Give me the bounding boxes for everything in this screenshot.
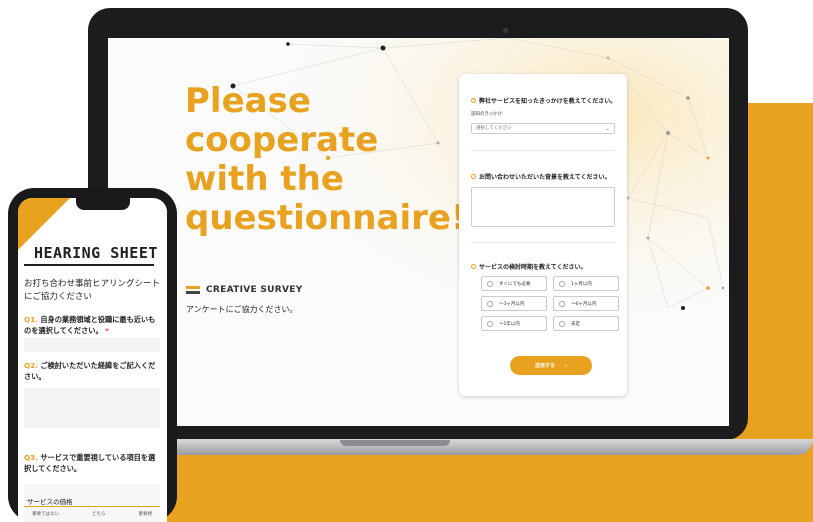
title-underline xyxy=(24,264,154,266)
divider xyxy=(471,150,615,151)
radio-icon xyxy=(487,300,493,307)
camera-icon xyxy=(503,28,508,33)
option-label: 1ヶ月以内 xyxy=(571,281,592,287)
phone-question-3: Q3. サービスで重要視している項目を選択してください。 xyxy=(24,452,162,474)
question-text: サービスで重要視している項目を選択してください。 xyxy=(24,453,156,473)
question-1-select[interactable]: 選択してください ⌄ xyxy=(471,123,615,134)
question-number: Q2. xyxy=(24,361,38,370)
laptop-base xyxy=(146,439,813,455)
option-radio[interactable]: すぐにでも必要 xyxy=(481,276,547,291)
phone-intro: お打ち合わせ事前ヒアリングシートにご協力ください xyxy=(24,279,161,302)
question-number: Q1. xyxy=(24,315,38,324)
phone-q2-textarea[interactable] xyxy=(24,388,160,428)
question-2: お問い合わせいただいた背景を教えてください。 xyxy=(471,172,611,181)
orange-backdrop-bottom xyxy=(120,448,813,522)
question-number: Q3. xyxy=(24,453,38,462)
phone-q1-field[interactable] xyxy=(24,338,160,352)
phone-question-1: Q1. 自身の業務領域と役職に最も近いものを選択してください。 * xyxy=(24,314,162,336)
phone-title: HEARING SHEET xyxy=(34,244,158,262)
question-1-label: 認知のきっかけ xyxy=(471,112,503,117)
option-radio[interactable]: 〜3ヶ月以内 xyxy=(481,296,547,311)
option-label: すぐにでも必要 xyxy=(499,281,531,287)
category-underline xyxy=(24,506,160,507)
question-text: 自身の業務領域と役職に最も近いものを選択してください。 xyxy=(24,315,156,335)
option-label: 〜3ヶ月以内 xyxy=(499,301,525,307)
required-marker: * xyxy=(105,326,109,335)
option-radio[interactable]: 〜1年以内 xyxy=(481,316,547,331)
logo-icon xyxy=(186,286,200,294)
question-marker-icon xyxy=(471,98,476,103)
submit-label: 送信する xyxy=(534,363,555,369)
hero-title: Please cooperate with the questionnaire! xyxy=(185,82,485,238)
question-marker-icon xyxy=(471,264,476,269)
option-label: 〜6ヶ月以内 xyxy=(571,301,597,307)
radio-icon xyxy=(487,320,493,327)
option-radio[interactable]: 未定 xyxy=(553,316,619,331)
phone-screen: HEARING SHEET お打ち合わせ事前ヒアリングシートにご協力ください Q… xyxy=(18,198,167,522)
question-3: サービスの検討時期を教えてください。 xyxy=(471,262,587,271)
phone-corner-accent xyxy=(18,198,70,250)
logo-text: CREATIVE SURVEY xyxy=(206,285,303,295)
question-2-text: お問い合わせいただいた背景を教えてください。 xyxy=(479,174,611,181)
survey-form: 弊社サービスを知ったきっかけを教えてください。 認知のきっかけ 選択してください… xyxy=(459,74,627,396)
scale-label: 重要ではない xyxy=(32,512,59,517)
option-label: 〜1年以内 xyxy=(499,321,520,327)
radio-icon xyxy=(487,280,493,287)
scale-labels: 重要ではない どちら 重要視 xyxy=(24,511,160,517)
question-marker-icon xyxy=(471,174,476,179)
phone-notch xyxy=(76,198,130,210)
option-radio[interactable]: 〜6ヶ月以内 xyxy=(553,296,619,311)
phone-question-2: Q2. ご検討いただいた経緯をご記入ください。 xyxy=(24,360,162,382)
select-value: 選択してください xyxy=(476,126,512,131)
option-label: 未定 xyxy=(571,321,580,327)
hero-title-line: questionnaire! xyxy=(185,198,467,238)
hero-title-line: Please xyxy=(185,81,311,121)
question-2-textarea[interactable] xyxy=(471,187,615,227)
question-1: 弊社サービスを知ったきっかけを教えてください。 xyxy=(471,96,616,105)
question-text: ご検討いただいた経緯をご記入ください。 xyxy=(24,361,156,381)
hero-subtext: アンケートにご協力ください。 xyxy=(186,305,298,314)
arrow-right-icon: › xyxy=(564,362,568,369)
submit-button[interactable]: 送信する › xyxy=(510,356,592,375)
question-3-text: サービスの検討時期を教えてください。 xyxy=(479,264,587,271)
divider xyxy=(471,242,615,243)
radio-icon xyxy=(559,280,565,287)
laptop-screen: Please cooperate with the questionnaire!… xyxy=(108,38,729,426)
laptop-notch xyxy=(340,440,450,446)
creative-survey-logo: CREATIVE SURVEY xyxy=(186,285,303,295)
option-radio[interactable]: 1ヶ月以内 xyxy=(553,276,619,291)
chevron-down-icon: ⌄ xyxy=(604,125,610,132)
scale-label: 重要視 xyxy=(138,512,153,517)
phone-category-label: サービスの価格 xyxy=(27,498,73,506)
scale-label: どちら xyxy=(92,512,106,517)
hero-title-line: with the xyxy=(185,159,344,199)
radio-icon xyxy=(559,300,565,307)
hero-title-line: cooperate xyxy=(185,120,379,160)
question-1-text: 弊社サービスを知ったきっかけを教えてください。 xyxy=(479,98,617,105)
radio-icon xyxy=(559,320,565,327)
